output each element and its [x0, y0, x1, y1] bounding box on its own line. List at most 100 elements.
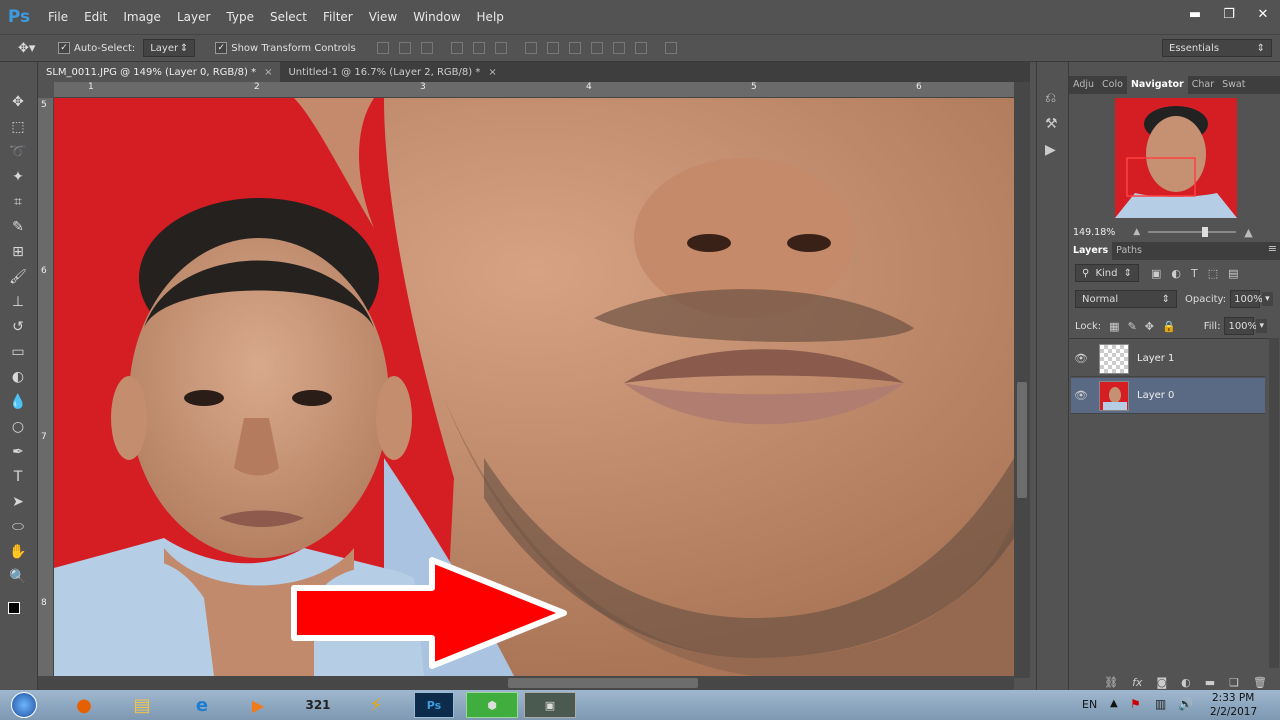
tab-navigator[interactable]: Navigator [1126, 76, 1188, 94]
show-transform-checkbox[interactable]: ✓ [215, 42, 228, 54]
align-top-icon[interactable] [376, 42, 389, 54]
filter-smart-icon[interactable]: ▤ [1228, 267, 1238, 280]
auto-select-dropdown[interactable]: Layer ⇕ [143, 39, 196, 57]
filter-shape-icon[interactable]: ⬚ [1208, 267, 1218, 280]
fill-input[interactable]: 100% [1224, 317, 1257, 335]
distribute-bottom-icon[interactable] [568, 42, 581, 54]
menu-filter[interactable]: Filter [315, 0, 361, 34]
hand-tool-icon[interactable]: ✋ [8, 542, 28, 562]
tab-layers[interactable]: Layers [1069, 242, 1113, 260]
eraser-tool-icon[interactable]: ▭ [8, 342, 28, 362]
distribute-right-icon[interactable] [634, 42, 647, 54]
vertical-scroll-thumb[interactable] [1017, 382, 1027, 498]
move-tool-icon[interactable]: ✥ [8, 92, 28, 112]
document-canvas[interactable] [54, 98, 1014, 676]
restore-button[interactable]: ❐ [1212, 4, 1246, 24]
menu-image[interactable]: Image [115, 0, 169, 34]
auto-select-checkbox[interactable]: ✓ [58, 42, 70, 54]
dodge-tool-icon[interactable]: ○ [8, 417, 28, 437]
tray-expand-icon[interactable]: ▲ [1110, 698, 1118, 709]
filter-pixel-icon[interactable]: ▣ [1151, 267, 1161, 280]
folder-icon[interactable]: ▬ [1205, 676, 1215, 689]
history-brush-icon[interactable]: ↺ [8, 317, 28, 337]
navigator-preview[interactable] [1115, 98, 1237, 218]
opacity-input[interactable]: 100% [1230, 290, 1263, 308]
opacity-chevron-icon[interactable]: ▾ [1262, 292, 1273, 306]
flag-icon[interactable]: ⚑ [1130, 697, 1141, 711]
align-vcenter-icon[interactable] [398, 42, 411, 54]
zoom-slider-thumb[interactable] [1202, 227, 1209, 237]
filter-type-icon[interactable]: T [1191, 267, 1198, 280]
trash-icon[interactable]: 🗑 [1253, 676, 1267, 689]
firefox-icon[interactable]: ● [64, 692, 104, 718]
explorer-icon[interactable]: ▤ [122, 692, 162, 718]
horizontal-scroll-thumb[interactable] [508, 678, 698, 688]
tab-slm-0011[interactable]: SLM_0011.JPG @ 149% (Layer 0, RGB/8) * × [38, 62, 281, 82]
new-layer-icon[interactable]: ❏ [1229, 676, 1239, 689]
foreground-color-icon[interactable] [8, 602, 20, 614]
zoom-out-icon[interactable]: ▲ [1133, 227, 1140, 237]
ellipse-tool-icon[interactable]: ⬭ [8, 517, 28, 537]
close-tab-icon[interactable]: × [264, 67, 272, 78]
magic-wand-icon[interactable]: ✦ [8, 167, 28, 187]
align-bottom-icon[interactable] [420, 42, 433, 54]
menu-type[interactable]: Type [218, 0, 262, 34]
adjustment-icon[interactable]: ◐ [1181, 676, 1191, 689]
actions-play-icon[interactable]: ▶ [1045, 142, 1056, 158]
tab-adjustments[interactable]: Adju [1069, 76, 1098, 94]
zoom-in-icon[interactable]: ▲ [1244, 226, 1252, 239]
winamp-icon[interactable]: ⚡ [356, 692, 396, 718]
vertical-scrollbar[interactable] [1014, 82, 1030, 678]
align-left-icon[interactable] [450, 42, 463, 54]
distribute-vcenter-icon[interactable] [546, 42, 559, 54]
menu-window[interactable]: Window [405, 0, 468, 34]
visibility-eye-icon[interactable]: 👁 [1071, 352, 1091, 365]
internet-explorer-icon[interactable]: e [182, 692, 222, 718]
path-select-icon[interactable]: ➤ [8, 492, 28, 512]
layers-scrollbar[interactable] [1269, 338, 1279, 668]
distribute-hcenter-icon[interactable] [612, 42, 625, 54]
language-indicator[interactable]: EN [1082, 698, 1097, 711]
tab-color[interactable]: Colo [1098, 76, 1127, 94]
lasso-tool-icon[interactable]: ➰ [8, 142, 28, 162]
clock-time[interactable]: 2:33 PM [1212, 692, 1254, 704]
fill-chevron-icon[interactable]: ▾ [1256, 319, 1267, 333]
close-tab-icon[interactable]: × [488, 67, 496, 78]
media-player-icon[interactable]: ▶ [238, 692, 278, 718]
tab-swatches[interactable]: Swat [1218, 76, 1249, 94]
align-hcenter-icon[interactable] [472, 42, 485, 54]
camtasia-recorder-icon[interactable]: ⬢ [466, 692, 518, 718]
clone-stamp-icon[interactable]: ⊥ [8, 292, 28, 312]
zoom-slider[interactable] [1148, 227, 1237, 237]
fx-icon[interactable]: fx [1132, 676, 1142, 689]
menu-file[interactable]: File [40, 0, 76, 34]
brushes-icon[interactable]: ⚒ [1045, 116, 1058, 132]
volume-icon[interactable]: 🔊 [1178, 697, 1193, 711]
start-button[interactable] [4, 692, 44, 718]
distribute-left-icon[interactable] [590, 42, 603, 54]
menu-help[interactable]: Help [469, 0, 512, 34]
blur-tool-icon[interactable]: 💧 [8, 392, 28, 412]
lock-image-icon[interactable]: ✎ [1128, 320, 1137, 333]
layer-row-layer-0[interactable]: 👁 Layer 0 [1071, 378, 1265, 414]
align-right-icon[interactable] [494, 42, 507, 54]
tab-untitled-1[interactable]: Untitled-1 @ 16.7% (Layer 2, RGB/8) * × [280, 62, 504, 82]
paint-bucket-icon[interactable]: ◐ [8, 367, 28, 387]
minimize-button[interactable]: ▬ [1178, 4, 1212, 24]
lock-all-icon[interactable]: 🔒 [1162, 320, 1176, 333]
layer-row-layer-1[interactable]: 👁 Layer 1 [1071, 341, 1265, 377]
filter-adjustment-icon[interactable]: ◐ [1171, 267, 1181, 280]
auto-align-icon[interactable] [664, 42, 677, 54]
brush-tool-icon[interactable]: 🖌 [8, 267, 28, 287]
pen-tool-icon[interactable]: ✒ [8, 442, 28, 462]
zoom-value[interactable]: 149.18% [1073, 227, 1115, 238]
visibility-eye-icon[interactable]: 👁 [1071, 389, 1091, 402]
move-tool-preset-icon[interactable]: ✥▾ [18, 41, 58, 56]
calendar-icon[interactable]: 321 [298, 692, 338, 718]
clock-date[interactable]: 2/2/2017 [1210, 706, 1257, 718]
menu-layer[interactable]: Layer [169, 0, 218, 34]
crop-tool-icon[interactable]: ⌗ [8, 192, 28, 212]
horizontal-scrollbar[interactable] [38, 676, 1014, 690]
link-icon[interactable]: ⛓ [1104, 676, 1118, 689]
type-tool-icon[interactable]: T [8, 467, 28, 487]
